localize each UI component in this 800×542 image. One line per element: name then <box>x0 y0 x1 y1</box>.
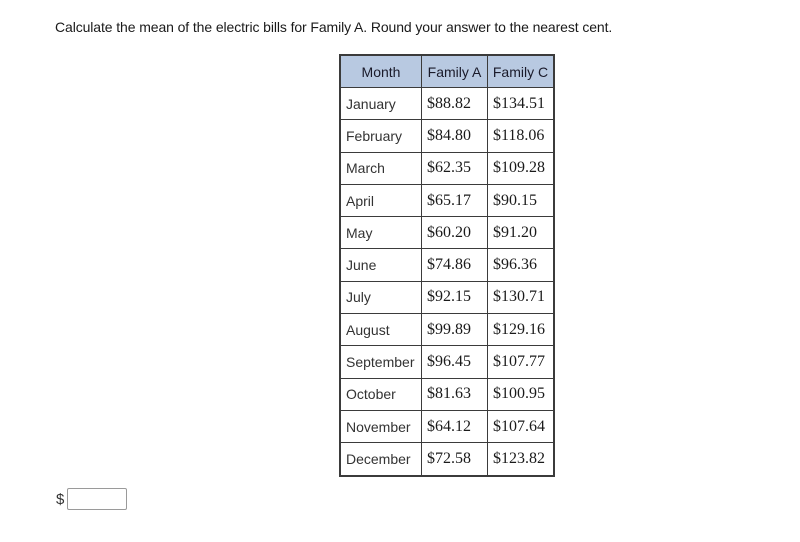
cell-family-a: $60.20 <box>421 216 488 250</box>
cell-family-a: $92.15 <box>421 280 488 315</box>
cell-month: September <box>339 345 422 379</box>
cell-family-c: $118.06 <box>487 119 555 153</box>
cell-month: December <box>339 442 422 477</box>
table-row: July $92.15 $130.71 <box>339 280 555 315</box>
cell-family-c: $91.20 <box>487 216 555 250</box>
cell-family-a: $64.12 <box>421 409 488 444</box>
cell-month: January <box>339 86 422 121</box>
table-row: June $74.86 $96.36 <box>339 248 555 282</box>
cell-family-c: $134.51 <box>487 86 555 121</box>
cell-month: February <box>339 119 422 153</box>
table-row: October $81.63 $100.95 <box>339 377 555 411</box>
column-header-family-a: Family A <box>421 54 488 88</box>
electric-bills-table: Month Family A Family C January $88.82 $13… <box>339 54 555 477</box>
cell-family-c: $96.36 <box>487 248 555 282</box>
table-header-row: Month Family A Family C <box>339 54 555 88</box>
answer-area: $ <box>56 488 128 510</box>
answer-input[interactable] <box>67 488 128 510</box>
cell-family-a: $62.35 <box>421 151 488 185</box>
table-row: January $88.82 $134.51 <box>339 86 555 121</box>
cell-family-c: $130.71 <box>487 280 555 315</box>
cell-family-a: $81.63 <box>421 377 488 411</box>
column-header-family-c: Family C <box>487 54 555 88</box>
cell-family-c: $129.16 <box>487 313 555 347</box>
column-header-month: Month <box>339 54 422 88</box>
cell-family-c: $107.64 <box>487 409 555 444</box>
question-text: Calculate the mean of the electric bills… <box>55 19 613 35</box>
cell-family-a: $65.17 <box>421 183 488 218</box>
cell-family-a: $99.89 <box>421 313 488 347</box>
cell-month: August <box>339 313 422 347</box>
table-row: February $84.80 $118.06 <box>339 119 555 153</box>
table-row: December $72.58 $123.82 <box>339 442 555 477</box>
cell-family-a: $88.82 <box>421 86 488 121</box>
cell-month: June <box>339 248 422 282</box>
table-body: January $88.82 $134.51 February $84.80 $118.0… <box>339 86 555 477</box>
table-row: May $60.20 $91.20 <box>339 216 555 250</box>
cell-family-a: $72.58 <box>421 442 488 477</box>
cell-month: October <box>339 377 422 411</box>
cell-family-c: $100.95 <box>487 377 555 411</box>
dollar-sign: $ <box>56 490 65 508</box>
cell-family-c: $107.77 <box>487 345 555 379</box>
cell-family-c: $109.28 <box>487 151 555 185</box>
table-row: November $64.12 $107.64 <box>339 409 555 444</box>
cell-month: May <box>339 216 422 250</box>
cell-family-a: $84.80 <box>421 119 488 153</box>
table-row: September $96.45 $107.77 <box>339 345 555 379</box>
cell-month: April <box>339 183 422 218</box>
table-row: August $99.89 $129.16 <box>339 313 555 347</box>
cell-family-a: $74.86 <box>421 248 488 282</box>
cell-family-c: $90.15 <box>487 183 555 218</box>
cell-month: March <box>339 151 422 185</box>
cell-month: November <box>339 409 422 444</box>
table-row: March $62.35 $109.28 <box>339 151 555 185</box>
cell-family-a: $96.45 <box>421 345 488 379</box>
table-row: April $65.17 $90.15 <box>339 183 555 218</box>
cell-month: July <box>339 280 422 315</box>
cell-family-c: $123.82 <box>487 442 555 477</box>
